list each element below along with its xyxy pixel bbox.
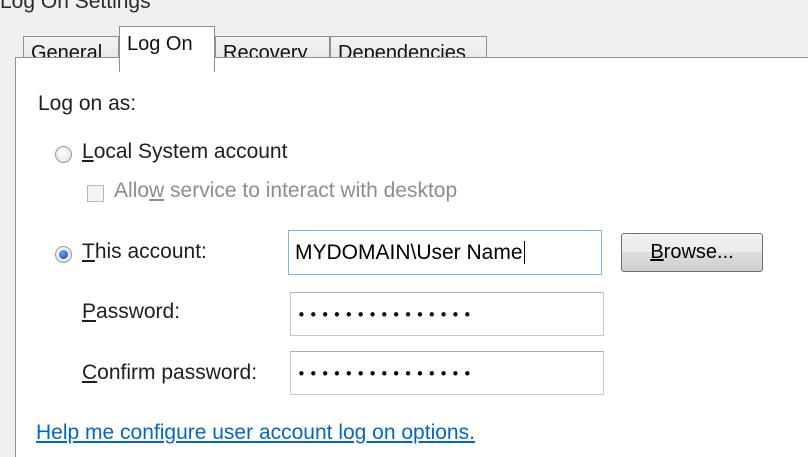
password-label: Password: xyxy=(82,300,180,324)
local-system-radio[interactable] xyxy=(55,146,72,163)
text-cursor xyxy=(523,241,525,264)
confirm-password-label-rest: onfirm password: xyxy=(97,361,258,384)
password-value: ••••••••••••••• xyxy=(297,306,475,324)
window-title: Log On Settings xyxy=(0,0,808,14)
password-input[interactable]: ••••••••••••••• xyxy=(290,292,604,336)
interact-desktop-accel: w xyxy=(149,179,165,202)
account-name-input[interactable]: MYDOMAIN\User Name xyxy=(288,230,602,275)
password-accel: P xyxy=(82,300,97,323)
interact-desktop-pre: Allo xyxy=(114,179,150,202)
tab-log-on[interactable]: Log On xyxy=(119,26,215,72)
local-system-label-rest: ocal System account xyxy=(93,140,288,163)
this-account-accel: T xyxy=(82,240,95,263)
confirm-password-input[interactable]: ••••••••••••••• xyxy=(290,351,604,395)
local-system-accel: L xyxy=(82,140,94,163)
interact-desktop-post: service to interact with desktop xyxy=(164,179,458,202)
account-name-value: MYDOMAIN\User Name xyxy=(295,241,523,264)
confirm-password-accel: C xyxy=(82,361,98,384)
password-label-rest: assword: xyxy=(96,300,181,323)
confirm-password-value: ••••••••••••••• xyxy=(297,365,475,383)
this-account-label-rest: his account: xyxy=(94,240,207,263)
interact-desktop-label[interactable]: Allow service to interact with desktop xyxy=(114,179,457,203)
browse-label-rest: rowse... xyxy=(663,241,734,263)
interact-desktop-checkbox[interactable] xyxy=(87,185,104,202)
confirm-password-label: Confirm password: xyxy=(82,361,257,385)
window-title-text: Log On Settings xyxy=(0,0,151,13)
log-on-as-heading: Log on as: xyxy=(38,92,137,115)
this-account-label[interactable]: This account: xyxy=(82,240,207,264)
log-on-panel: Log on as: Local System account Allow se… xyxy=(15,57,808,457)
help-link[interactable]: Help me configure user account log on op… xyxy=(36,421,475,445)
browse-accel: B xyxy=(650,241,664,263)
this-account-radio[interactable] xyxy=(55,246,72,263)
browse-button[interactable]: Browse... xyxy=(621,233,763,272)
local-system-label[interactable]: Local System account xyxy=(82,140,287,164)
